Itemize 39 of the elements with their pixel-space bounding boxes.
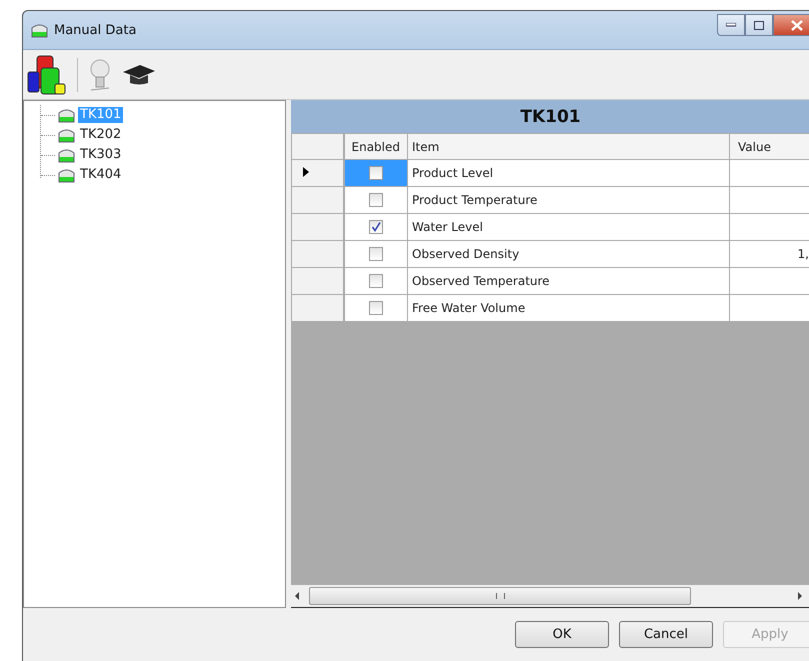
- tank-icon: [58, 148, 75, 162]
- checkbox[interactable]: [368, 247, 383, 262]
- checkbox[interactable]: [368, 274, 383, 288]
- maximize-icon: [754, 20, 764, 30]
- dialog-button[interactable]: Cancel: [619, 621, 713, 648]
- checkbox[interactable]: [368, 301, 383, 316]
- grid-title: TK101: [291, 100, 809, 133]
- table-cell: 1,: [798, 247, 809, 261]
- table-cell: Observed Temperature: [408, 268, 730, 294]
- tank-icon: [58, 108, 75, 122]
- graduation-cap-icon[interactable]: [122, 64, 156, 86]
- table-cell: Product Level: [408, 160, 730, 186]
- containers-icon[interactable]: [27, 54, 67, 96]
- lightbulb-icon[interactable]: [88, 58, 112, 92]
- checkbox[interactable]: [368, 166, 383, 180]
- tank-icon: [58, 168, 75, 182]
- tree-item[interactable]: TK303: [78, 147, 124, 163]
- tank-icon: [58, 128, 75, 142]
- horizontal-scrollbar[interactable]: [291, 585, 809, 608]
- column-header[interactable]: Enabled: [344, 134, 408, 160]
- row-header[interactable]: [292, 160, 344, 186]
- tank-icon: [31, 22, 48, 38]
- column-header[interactable]: Value: [730, 134, 809, 160]
- checkbox[interactable]: [368, 193, 383, 208]
- minimize-icon: [726, 23, 736, 27]
- close-icon: [791, 20, 803, 30]
- table-cell: Observed Density: [408, 240, 730, 268]
- close-button[interactable]: [773, 14, 809, 36]
- table-cell: Product Temperature: [408, 186, 730, 214]
- column-header[interactable]: Item: [408, 134, 730, 160]
- tree-item[interactable]: TK404: [78, 167, 124, 183]
- checkbox[interactable]: [368, 220, 383, 234]
- window-title: Manual Data: [54, 22, 136, 38]
- maximize-button[interactable]: [745, 14, 773, 36]
- table-cell: Water Level: [408, 214, 730, 240]
- minimize-button[interactable]: [717, 14, 745, 36]
- dialog-button[interactable]: OK: [515, 621, 609, 648]
- table-cell: Free Water Volume: [408, 294, 730, 322]
- tree-item[interactable]: TK202: [78, 127, 124, 143]
